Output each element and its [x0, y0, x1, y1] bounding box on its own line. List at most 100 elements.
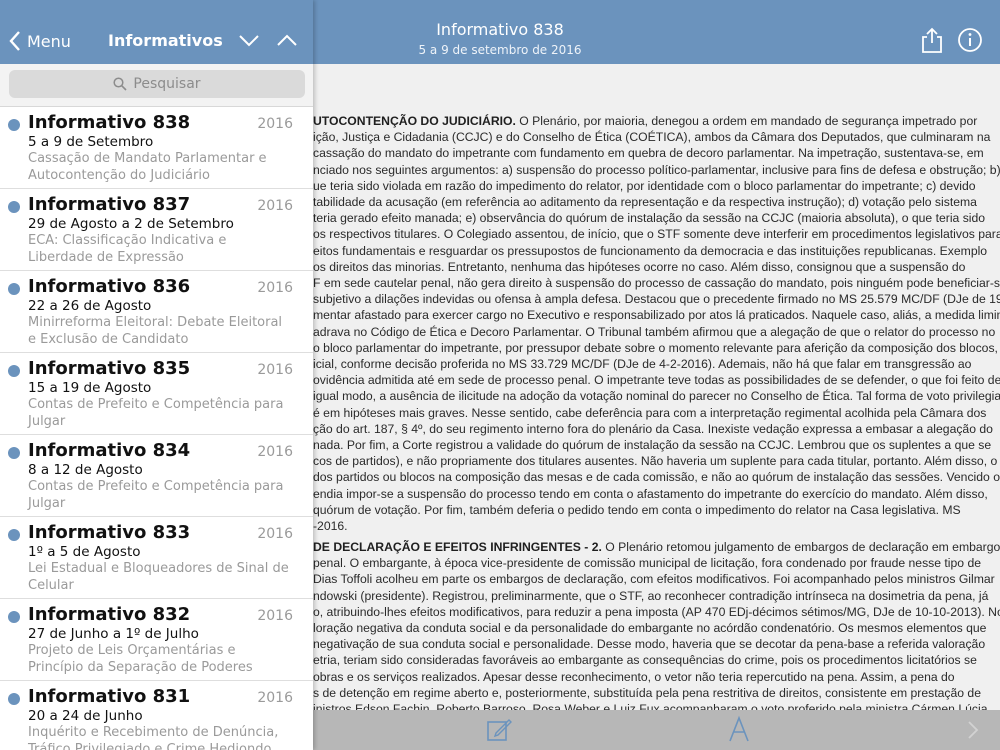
item-title: Informativo 835 [28, 358, 191, 379]
unread-dot-icon [8, 693, 20, 705]
chevron-left-icon [9, 31, 20, 51]
item-year: 2016 [257, 690, 293, 706]
unread-dot-icon [8, 611, 20, 623]
item-summary: Cassação de Mandato Parlamentar e Autoco… [28, 151, 267, 183]
text-line: ição, Justiça e Cidadania (CCJC) e do Co… [313, 130, 991, 145]
menu-back-button[interactable]: Menu [8, 28, 71, 54]
item-title: Informativo 834 [28, 440, 191, 461]
text-line: cos de partidos), e não propriamente dos… [313, 454, 998, 469]
bottom-toolbar [313, 710, 1000, 750]
item-summary: Projeto de Leis Orçamentárias e Princípi… [28, 643, 253, 675]
menu-label: Menu [27, 31, 71, 51]
item-date: 15 a 19 de Agosto [28, 380, 152, 396]
item-summary: Contas de Prefeito e Competência para Ju… [28, 479, 284, 511]
item-title: Informativo 831 [28, 686, 191, 707]
text-line: o, atribuindo-lhes efeitos modificativos… [313, 604, 1000, 619]
item-title: Informativo 838 [28, 112, 191, 133]
item-date: 5 a 9 de Setembro [28, 134, 154, 150]
text-line: adrava no Código de Ética e Decoro Parla… [313, 324, 996, 339]
item-title: Informativo 837 [28, 194, 191, 215]
item-summary: Lei Estadual e Bloqueadores de Sinal de … [28, 561, 289, 593]
text-line: negativação de sua conduta social e pers… [313, 637, 986, 652]
chevron-up-icon[interactable] [276, 32, 298, 48]
unread-dot-icon [8, 119, 20, 131]
text-line: teria gerado efeito manada; e) observânc… [313, 211, 986, 226]
paragraph-heading: DE DECLARAÇÃO E EFEITOS INFRINGENTES - 2… [313, 540, 602, 554]
font-icon[interactable] [727, 715, 751, 745]
text-line: UTOCONTENÇÃO DO JUDICIÁRIO. O Plenário, … [313, 114, 978, 128]
text-line: icial, conforme decisão proferida no MS … [313, 357, 972, 372]
text-line: penal. O embargante, à época vice-presid… [313, 556, 982, 571]
item-summary: Inquérito e Recebimento de Denúncia, Trá… [28, 725, 279, 750]
informativos-list[interactable]: Informativo 838 2016 5 a 9 de Setembro C… [0, 106, 313, 750]
list-item[interactable]: Informativo 836 2016 22 a 26 de Agosto M… [0, 270, 313, 353]
text-line: s de detenção em regime aberto e, poster… [313, 685, 981, 700]
text-line: dos partidos ou blocos na composição das… [313, 470, 1000, 485]
item-year: 2016 [257, 116, 293, 132]
item-date: 27 de Junho a 1º de Julho [28, 626, 199, 642]
text-line: mentar afastado para exercer cargo no Ex… [313, 308, 1000, 323]
text-line: cassação do mandato do impetrante com fu… [313, 146, 984, 161]
info-icon[interactable] [956, 26, 984, 54]
text-line: loração negativa da conduta social e da … [313, 621, 987, 636]
list-item[interactable]: Informativo 831 2016 20 a 24 de Junho In… [0, 680, 313, 750]
item-year: 2016 [257, 198, 293, 214]
list-item[interactable]: Informativo 832 2016 27 de Junho a 1º de… [0, 598, 313, 681]
item-date: 22 a 26 de Agosto [28, 298, 152, 314]
text-line: F em sede cautelar penal, não gera direi… [313, 276, 1000, 291]
item-summary: Minirreforma Eleitoral: Debate Eleitoral… [28, 315, 283, 347]
text-line: -2016. [313, 519, 348, 534]
unread-dot-icon [8, 447, 20, 459]
text-line: tabilidade da acusação (em referência ao… [313, 195, 977, 210]
text-line: Dias Toffoli acolheu em parte os embargo… [313, 572, 995, 587]
text-line: os direitos das minorias. Entretanto, ne… [313, 259, 966, 274]
search-bar: Pesquisar [0, 64, 313, 107]
text-line: etria, teriam sido consideradas favoráve… [313, 653, 977, 668]
list-item[interactable]: Informativo 833 2016 1º a 5 de Agosto Le… [0, 516, 313, 599]
item-title: Informativo 833 [28, 522, 191, 543]
informativos-sidebar: Menu Informativos Pesquisar Informativo … [0, 0, 313, 750]
search-input[interactable]: Pesquisar [9, 70, 305, 98]
text-line: o bloco parlamentar do impetrante, por p… [313, 340, 998, 355]
text-line: é em hipóteses mais graves. Nesse sentid… [313, 405, 987, 420]
sidebar-header: Menu Informativos [0, 0, 313, 64]
unread-dot-icon [8, 201, 20, 213]
text-line: nada. Por fim, a Corte registrou a valid… [313, 438, 992, 453]
item-date: 8 a 12 de Agosto [28, 462, 143, 478]
list-item[interactable]: Informativo 834 2016 8 a 12 de Agosto Co… [0, 434, 313, 517]
text-line: ue teria sido violada em razão do impedi… [313, 178, 976, 193]
share-icon[interactable] [918, 26, 946, 54]
text-line: subjetivo a dilações indevidas ou ofensa… [313, 292, 1000, 307]
chevron-down-icon[interactable] [238, 32, 260, 48]
document-content[interactable]: UTOCONTENÇÃO DO JUDICIÁRIO. O Plenário, … [313, 64, 1000, 710]
item-year: 2016 [257, 608, 293, 624]
item-year: 2016 [257, 444, 293, 460]
text-line: obras e os serviços realizados. Apesar d… [313, 669, 955, 684]
unread-dot-icon [8, 283, 20, 295]
item-year: 2016 [257, 280, 293, 296]
sidebar-title: Informativos [108, 31, 223, 50]
unread-dot-icon [8, 529, 20, 541]
text-line: igual modo, a ausência de ilicitude na a… [313, 389, 1000, 404]
paragraph-heading: UTOCONTENÇÃO DO JUDICIÁRIO. [313, 114, 516, 128]
item-year: 2016 [257, 362, 293, 378]
text-line: quórum de votação. Por fim, também defer… [313, 502, 961, 517]
list-item[interactable]: Informativo 838 2016 5 a 9 de Setembro C… [0, 106, 313, 189]
text-line: DE DECLARAÇÃO E EFEITOS INFRINGENTES - 2… [313, 540, 1000, 554]
compose-icon[interactable] [485, 716, 513, 744]
text-line: endia impor-se a suspensão do processo t… [313, 486, 988, 501]
text-line: os respectivos titulares. O Colegiado as… [313, 227, 1000, 242]
text-line: nciado nos seguintes argumentos: a) susp… [313, 162, 1000, 177]
paragraph-2: DE DECLARAÇÃO E EFEITOS INFRINGENTES - 2… [313, 539, 1000, 710]
item-date: 1º a 5 de Agosto [28, 544, 141, 560]
text-line: eitos fundamentais e resguardar os press… [313, 243, 988, 258]
item-summary: ECA: Classificação Indicativa e Liberdad… [28, 233, 227, 265]
list-item[interactable]: Informativo 837 2016 29 de Agosto a 2 de… [0, 188, 313, 271]
chevron-right-icon[interactable] [965, 720, 981, 740]
search-placeholder: Pesquisar [133, 76, 201, 92]
item-year: 2016 [257, 526, 293, 542]
search-icon [113, 77, 127, 91]
item-date: 20 a 24 de Junho [28, 708, 143, 724]
list-item[interactable]: Informativo 835 2016 15 a 19 de Agosto C… [0, 352, 313, 435]
item-title: Informativo 836 [28, 276, 191, 297]
